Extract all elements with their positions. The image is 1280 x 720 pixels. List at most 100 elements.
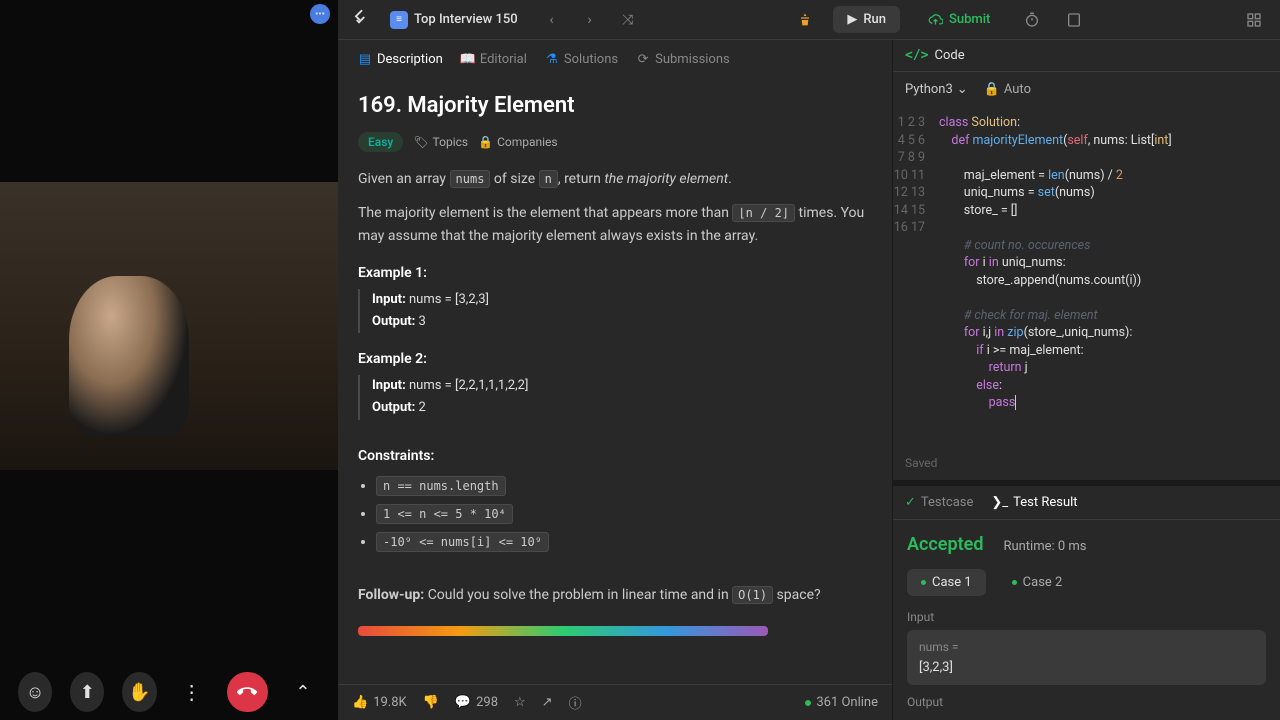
language-label: Python3 xyxy=(905,82,953,97)
input-var: nums = xyxy=(919,640,1254,654)
result-tabs: ✓ Testcase ❯_ Test Result xyxy=(893,486,1280,520)
topics-label: Topics xyxy=(433,135,469,149)
bug-icon xyxy=(797,12,813,28)
submit-button[interactable]: Submit xyxy=(914,6,1004,33)
comment-count: 298 xyxy=(476,695,498,710)
notes-icon xyxy=(1066,12,1082,28)
topics-chip[interactable]: 🏷 Topics xyxy=(413,135,468,149)
star-button[interactable]: ☆ xyxy=(514,695,526,710)
tag-icon: 🏷 xyxy=(413,135,428,149)
ad-banner[interactable] xyxy=(358,626,768,636)
input-box: nums = [3,2,3] xyxy=(907,630,1266,685)
online-dot-icon xyxy=(805,700,811,706)
shuffle-button[interactable]: ⤨ xyxy=(616,8,640,32)
share-icon: ↗ xyxy=(542,695,553,710)
result-status-row: Accepted Runtime: 0 ms xyxy=(907,534,1266,555)
layout-button[interactable] xyxy=(1240,6,1268,34)
debug-icon[interactable] xyxy=(791,6,819,34)
case-2-label: Case 2 xyxy=(1023,575,1063,590)
list-icon: ≡ xyxy=(390,11,408,29)
tab-editorial[interactable]: 📖 Editorial xyxy=(455,48,533,71)
problem-title: 169. Majority Element xyxy=(358,93,872,118)
language-selector[interactable]: Python3 ⌄ xyxy=(905,82,968,97)
auto-label: Auto xyxy=(1004,82,1031,97)
thumbs-up-icon: 👍 xyxy=(352,695,368,710)
expand-button[interactable]: ⌃ xyxy=(286,672,320,712)
companies-label: Companies xyxy=(497,135,558,149)
like-button[interactable]: 👍 19.8K xyxy=(352,695,407,710)
tab-description[interactable]: ▤ Description xyxy=(352,48,449,71)
problem-tags: Easy 🏷 Topics 🔒 Companies xyxy=(358,132,872,152)
code-editor[interactable]: 1 2 3 4 5 6 7 8 9 10 11 12 13 14 15 16 1… xyxy=(893,106,1280,480)
emoji-button[interactable]: ☺ xyxy=(18,672,52,712)
share-screen-button[interactable]: ⬆ xyxy=(70,672,104,712)
problem-description: 169. Majority Element Easy 🏷 Topics 🔒 Co… xyxy=(338,79,892,684)
cloud-upload-icon xyxy=(928,12,943,27)
problem-tabs: ▤ Description 📖 Editorial ⚗ Solutions ⟳ … xyxy=(338,40,892,79)
case-dot-icon xyxy=(1012,580,1017,585)
submissions-icon: ⟳ xyxy=(636,53,650,67)
share-button[interactable]: ↗ xyxy=(542,695,553,710)
input-value: [3,2,3] xyxy=(919,660,1254,675)
companies-chip[interactable]: 🔒 Companies xyxy=(478,135,558,149)
check-icon: ✓ xyxy=(905,495,916,510)
code-content: class Solution: def majorityElement(self… xyxy=(935,106,1172,480)
submit-label: Submit xyxy=(949,12,990,27)
online-count: 361 Online xyxy=(816,695,878,710)
raise-hand-button[interactable]: ✋ xyxy=(122,672,156,712)
next-problem-button[interactable]: › xyxy=(578,8,602,32)
result-body: Accepted Runtime: 0 ms Case 1 Case 2 xyxy=(893,520,1280,720)
tab-test-result[interactable]: ❯_ Test Result xyxy=(991,495,1077,510)
constraint-3: -10⁹ <= nums[i] <= 10⁹ xyxy=(376,532,549,552)
result-panel: ✓ Testcase ❯_ Test Result Accepted Runti… xyxy=(893,486,1280,720)
tab-testcase[interactable]: ✓ Testcase xyxy=(905,495,973,510)
case-2-chip[interactable]: Case 2 xyxy=(998,569,1077,596)
problem-statement-2: The majority element is the element that… xyxy=(358,202,872,247)
tab-submissions-label: Submissions xyxy=(655,52,730,67)
lock-icon: 🔒 xyxy=(478,135,493,149)
notes-button[interactable] xyxy=(1060,6,1088,34)
thumbs-down-icon: 👎 xyxy=(423,695,439,710)
code-o1: O(1) xyxy=(732,586,773,604)
like-count: 19.8K xyxy=(373,695,407,710)
leetcode-logo[interactable] xyxy=(350,7,368,32)
grid-icon xyxy=(1246,12,1262,28)
help-button[interactable]: ⓘ xyxy=(569,693,582,712)
constraints-list: n == nums.length 1 <= n <= 5 * 10⁴ -10⁹ … xyxy=(376,472,872,556)
participant-dots-icon[interactable]: ••• xyxy=(310,4,330,24)
timer-button[interactable] xyxy=(1018,6,1046,34)
hangup-button[interactable] xyxy=(227,672,268,712)
problem-footer: 👍 19.8K 👎 💬 298 ☆ ↗ ⓘ 361 Online xyxy=(338,684,892,720)
language-bar: Python3 ⌄ 🔒 Auto xyxy=(893,72,1280,106)
auto-button[interactable]: 🔒 Auto xyxy=(984,82,1031,97)
list-name: Top Interview 150 xyxy=(414,12,518,27)
play-icon: ▶ xyxy=(847,12,857,27)
testcase-tab-label: Testcase xyxy=(921,495,973,510)
status-accepted: Accepted xyxy=(907,534,983,555)
constraints-title: Constraints: xyxy=(358,448,872,464)
tab-solutions[interactable]: ⚗ Solutions xyxy=(539,48,624,71)
tab-submissions[interactable]: ⟳ Submissions xyxy=(630,48,736,71)
help-icon: ⓘ xyxy=(569,693,582,712)
example-1-title: Example 1: xyxy=(358,265,872,281)
input-label: Input xyxy=(907,610,1266,624)
constraint-1: n == nums.length xyxy=(376,476,506,496)
prev-problem-button[interactable]: ‹ xyxy=(540,8,564,32)
difficulty-badge: Easy xyxy=(358,132,403,152)
run-label: Run xyxy=(863,12,886,27)
code-header-label: Code xyxy=(934,48,964,63)
problem-list-chip[interactable]: ≡ Top Interview 150 xyxy=(382,7,526,33)
case-1-chip[interactable]: Case 1 xyxy=(907,569,986,596)
terminal-icon: ❯_ xyxy=(991,495,1008,510)
constraint-2: 1 <= n <= 5 * 10⁴ xyxy=(376,504,513,524)
more-options-button[interactable]: ⋮ xyxy=(175,672,209,712)
solutions-icon: ⚗ xyxy=(545,53,559,67)
runtime-text: Runtime: 0 ms xyxy=(1003,539,1086,554)
dislike-button[interactable]: 👎 xyxy=(423,695,439,710)
webcam-feed xyxy=(0,182,338,470)
phone-icon xyxy=(237,682,257,702)
run-button[interactable]: ▶ Run xyxy=(833,6,900,33)
saved-indicator: Saved xyxy=(905,455,937,473)
tab-solutions-label: Solutions xyxy=(564,52,618,67)
comments-button[interactable]: 💬 298 xyxy=(455,695,498,710)
